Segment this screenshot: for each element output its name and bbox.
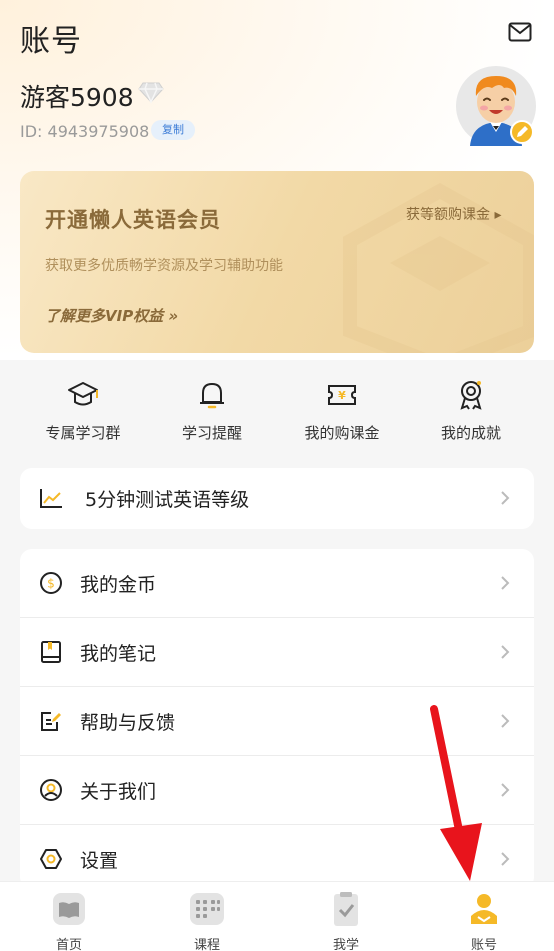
chevron-right-icon	[501, 491, 510, 505]
username: 游客5908	[20, 83, 134, 112]
menu-item-coins[interactable]: $ 我的金币	[20, 549, 534, 618]
tab-courses[interactable]: 课程	[138, 890, 276, 951]
chart-icon	[40, 489, 62, 508]
shortcut-reminder[interactable]: 学习提醒	[152, 378, 272, 448]
chevron-right-icon	[501, 714, 510, 728]
shortcut-study-group[interactable]: 专属学习群	[23, 378, 143, 448]
user-id: ID: 4943975908	[20, 122, 150, 141]
user-icon	[471, 894, 497, 924]
vip-title: 开通懒人英语会员	[45, 208, 221, 232]
page-title: 账号	[20, 24, 82, 59]
copy-id-button[interactable]: 复制	[151, 120, 195, 140]
menu-item-label: 我的笔记	[80, 643, 157, 665]
medal-icon	[460, 381, 482, 410]
notebook-icon	[41, 641, 61, 663]
shortcut-label: 我的成就	[440, 424, 501, 442]
chevron-right-icon	[501, 645, 510, 659]
chevron-right-icon	[501, 852, 510, 866]
vip-more-link[interactable]: 了解更多VIP权益 »	[45, 305, 178, 326]
shortcut-course-coupon[interactable]: ¥ 我的购课金	[282, 378, 402, 448]
graduation-cap-icon	[68, 382, 98, 406]
shortcut-label: 我的购课金	[304, 424, 380, 442]
tab-label: 账号	[470, 938, 497, 951]
bell-icon	[200, 382, 224, 409]
annotation-arrow	[430, 705, 482, 881]
chevron-right-icon	[501, 576, 510, 590]
svg-text:$: $	[47, 577, 55, 591]
shortcut-label: 学习提醒	[181, 424, 242, 442]
avatar[interactable]	[456, 66, 536, 146]
user-circle-icon	[40, 779, 62, 801]
grid-icon	[190, 893, 224, 925]
english-level-test[interactable]: 5分钟测试英语等级	[20, 468, 534, 529]
test-label: 5分钟测试英语等级	[85, 489, 250, 511]
diamond-icon[interactable]	[138, 80, 164, 104]
hexagon-settings-icon	[40, 849, 62, 869]
menu-item-label: 我的金币	[80, 574, 157, 596]
tab-label: 首页	[55, 938, 82, 951]
ticket-icon: ¥	[328, 385, 356, 405]
svg-text:¥: ¥	[338, 389, 346, 402]
shortcut-label: 专属学习群	[45, 424, 121, 442]
tab-home[interactable]: 首页	[0, 890, 138, 951]
tab-label: 我学	[332, 938, 359, 951]
shortcut-achievement[interactable]: 我的成就	[411, 378, 531, 448]
coin-icon: $	[40, 572, 62, 594]
chevron-right-icon	[501, 783, 510, 797]
book-icon	[53, 893, 85, 925]
menu-item-label: 关于我们	[80, 781, 157, 803]
bottom-tab-bar: 首页 课程 我学 账号	[0, 881, 554, 951]
menu-item-notes[interactable]: 我的笔记	[20, 618, 534, 687]
tab-label: 课程	[193, 938, 220, 951]
tab-account[interactable]: 账号	[415, 890, 553, 951]
edit-icon	[41, 712, 61, 731]
tab-my-study[interactable]: 我学	[277, 890, 415, 951]
vip-coupon-link[interactable]: 获等额购课金 ▸	[406, 204, 501, 224]
vip-description: 获取更多优质畅学资源及学习辅助功能	[45, 258, 283, 274]
vip-card[interactable]: 开通懒人英语会员 获等额购课金 ▸ 获取更多优质畅学资源及学习辅助功能 了解更多…	[20, 171, 534, 353]
menu-item-label: 设置	[80, 850, 119, 872]
menu-item-label: 帮助与反馈	[80, 712, 176, 734]
clipboard-check-icon	[334, 892, 358, 926]
mail-icon[interactable]	[508, 22, 532, 42]
